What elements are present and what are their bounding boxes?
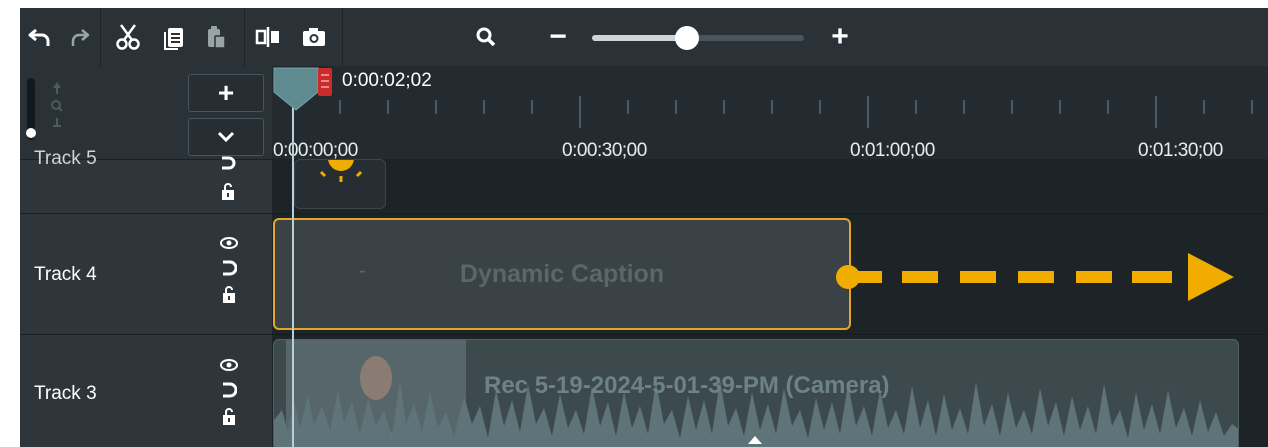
track-header-3[interactable]: Track 3 bbox=[20, 334, 272, 447]
cut-icon[interactable] bbox=[108, 8, 148, 66]
track-name: Track 4 bbox=[34, 264, 97, 285]
chevron-down-icon bbox=[217, 131, 235, 143]
magnet-icon[interactable] bbox=[221, 382, 237, 398]
playhead-handle[interactable] bbox=[272, 66, 322, 112]
playhead-line bbox=[292, 78, 294, 447]
timeline-app: − + + 0:00:00;00 0:00:30;00 0:01:00;00 0… bbox=[20, 8, 1268, 447]
arrow-annotation bbox=[836, 253, 1234, 301]
clip-marker: - bbox=[359, 260, 366, 282]
expand-arrow-icon[interactable] bbox=[747, 435, 763, 445]
timeline-toolbar: − + bbox=[20, 8, 1268, 66]
zoom-in-button[interactable]: + bbox=[820, 8, 860, 66]
sun-icon bbox=[319, 160, 363, 182]
zoom-icon[interactable] bbox=[466, 8, 506, 66]
clip-label: Rec 5-19-2024-5-01-39-PM (Camera) bbox=[484, 372, 890, 399]
playhead-end-marker[interactable] bbox=[318, 68, 332, 96]
sun-clip[interactable] bbox=[294, 159, 386, 209]
unlock-icon[interactable] bbox=[221, 182, 235, 200]
playhead-time: 0:00:02;02 bbox=[342, 70, 432, 91]
unlock-icon[interactable] bbox=[222, 285, 236, 303]
redo-icon[interactable] bbox=[60, 8, 100, 66]
add-track-button[interactable]: + bbox=[188, 74, 264, 112]
track-header-5[interactable]: Track 5 bbox=[20, 148, 272, 214]
split-icon[interactable] bbox=[248, 8, 288, 66]
magnet-icon[interactable] bbox=[221, 260, 237, 276]
paste-icon[interactable] bbox=[196, 8, 236, 66]
track-header-4[interactable]: Track 4 bbox=[20, 213, 272, 335]
collapse-tracks-button[interactable] bbox=[188, 118, 264, 156]
eye-icon[interactable] bbox=[220, 237, 238, 249]
track-zoom-icon bbox=[51, 82, 63, 127]
zoom-slider-knob[interactable] bbox=[675, 26, 700, 50]
magnet-icon[interactable] bbox=[220, 156, 236, 170]
unlock-icon[interactable] bbox=[222, 407, 236, 425]
track-lane-5[interactable] bbox=[272, 159, 1268, 213]
dynamic-caption-clip[interactable]: Dynamic Caption - bbox=[273, 218, 851, 330]
copy-icon[interactable] bbox=[154, 8, 194, 66]
snapshot-icon[interactable] bbox=[294, 8, 334, 66]
track-name: Track 3 bbox=[34, 383, 97, 404]
camera-recording-clip[interactable]: Rec 5-19-2024-5-01-39-PM (Camera) bbox=[273, 339, 1239, 447]
zoom-slider-fill bbox=[592, 35, 688, 41]
track-height-slider-knob[interactable] bbox=[26, 128, 36, 138]
eye-icon[interactable] bbox=[220, 359, 238, 371]
zoom-out-button[interactable]: − bbox=[538, 8, 578, 66]
track-name: Track 5 bbox=[34, 148, 97, 169]
track-lane-3[interactable]: Rec 5-19-2024-5-01-39-PM (Camera) bbox=[272, 334, 1268, 447]
undo-icon[interactable] bbox=[20, 8, 60, 66]
